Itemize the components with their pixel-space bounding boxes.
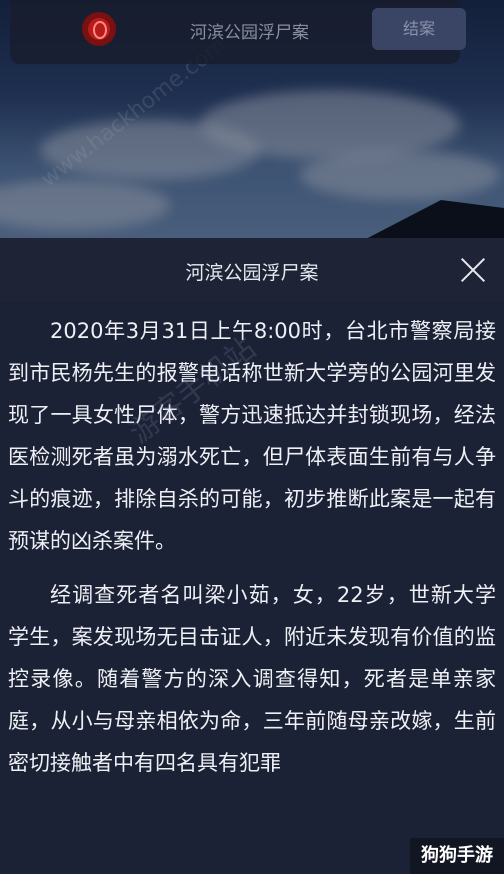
modal-header: 河滨公园浮尸案	[0, 238, 504, 302]
case-paragraph-1: 2020年3月31日上午8:00时，台北市警察局接到市民杨先生的报警电话称世新大…	[8, 319, 496, 553]
case-detail-modal: 河滨公园浮尸案 2020年3月31日上午8:00时，台北市警察局接到市民杨先生的…	[0, 238, 504, 874]
case-paragraph-2: 经调查死者名叫梁小茹，女，22岁，世新大学学生，案发现场无目击证人，附近未发现有…	[8, 583, 496, 775]
close-case-button[interactable]: 结案	[372, 8, 466, 50]
case-description: 2020年3月31日上午8:00时，台北市警察局接到市民杨先生的报警电话称世新大…	[8, 310, 496, 870]
case-header-bar: 河滨公园浮尸案 结案	[10, 0, 466, 64]
corner-watermark-logo: 狗狗手游	[410, 838, 504, 874]
case-title: 河滨公园浮尸案	[190, 23, 309, 43]
app-logo-icon[interactable]	[82, 12, 116, 46]
close-icon[interactable]	[458, 256, 488, 286]
modal-title: 河滨公园浮尸案	[185, 262, 319, 284]
